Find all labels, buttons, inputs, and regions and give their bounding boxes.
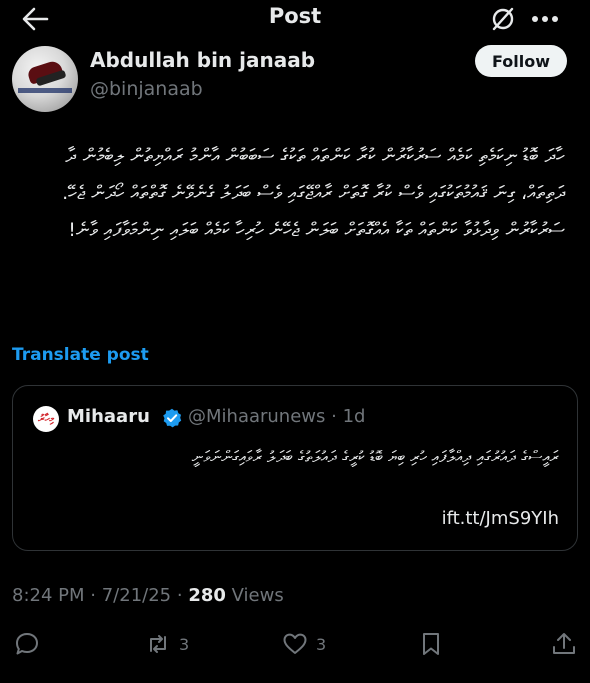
meta-separator: · [90, 585, 96, 606]
grok-button[interactable] [490, 6, 516, 32]
bookmark-button[interactable] [418, 629, 444, 659]
author-handle[interactable]: @binjanaab [90, 78, 203, 100]
views-count: 280 [188, 585, 226, 606]
like-button[interactable]: 3 [282, 629, 326, 659]
dot-separator: · [331, 406, 337, 427]
views-label: Views [231, 585, 284, 606]
repost-button[interactable]: 3 [145, 629, 189, 659]
quoted-author-name: Mihaaru [67, 406, 150, 427]
reply-button[interactable] [14, 629, 48, 659]
more-dots-icon [532, 16, 558, 22]
mihaaru-logo: މިހާރު [33, 406, 59, 432]
reply-icon [16, 633, 38, 655]
bookmark-icon [423, 633, 439, 655]
follow-button[interactable]: Follow [475, 45, 567, 77]
action-bar: 3 3 [0, 625, 590, 665]
meta-separator: · [176, 585, 183, 606]
quoted-handle: @Mihaarunews [188, 406, 326, 427]
quoted-text: ރައީސްގެ ދައުރުގައި ދިއްލާފައި ހުރި ބިޔަ… [191, 447, 559, 466]
author-display-name[interactable]: Abdullah bin janaab [90, 48, 315, 72]
repost-count: 3 [179, 634, 190, 654]
heart-icon [283, 633, 307, 654]
share-button[interactable] [551, 629, 577, 659]
more-options-button[interactable] [530, 6, 560, 32]
quoted-post[interactable]: މިހާރު Mihaaru @Mihaarunews · 1d ރައީސްގ… [12, 385, 578, 551]
top-bar: Post [0, 0, 590, 38]
post-date: 7/21/25 [101, 585, 172, 606]
post-body: ހާދަ ބޮޑު ނިކަމެތި ކަމެއް ސަރުކާރުން ކުރ… [62, 145, 565, 241]
quoted-handle-line: @Mihaarunews · 1d [188, 406, 365, 427]
like-count: 3 [316, 634, 327, 654]
post-meta: 8:24 PM · 7/21/25 · 280 Views [12, 585, 284, 606]
author-avatar[interactable] [12, 46, 78, 112]
mihaaru-logo-text: މިހާރު [38, 412, 54, 425]
quoted-age: 1d [342, 406, 366, 427]
avatar-watermark [18, 88, 72, 93]
share-icon [553, 633, 575, 654]
quoted-link[interactable]: ift.tt/JmS9YIh [442, 508, 559, 529]
repost-icon [150, 635, 166, 653]
post-time: 8:24 PM [12, 585, 85, 606]
translate-post-link[interactable]: Translate post [12, 345, 149, 365]
verified-badge-icon [163, 408, 182, 428]
grok-icon [492, 7, 514, 31]
